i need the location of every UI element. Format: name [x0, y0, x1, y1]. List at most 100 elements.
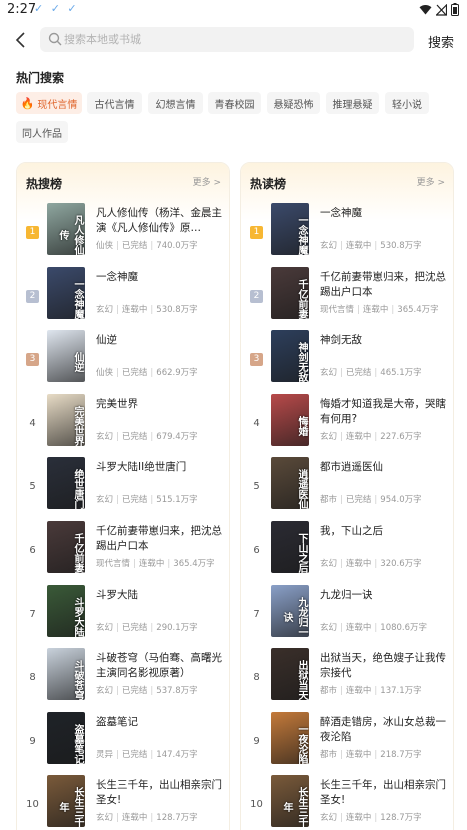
divider: | — [116, 431, 119, 442]
book-status: 连载中 — [138, 559, 165, 569]
book-meta: 玄幻 | 已完结 | 465.1万字 — [320, 366, 422, 378]
book-cover[interactable]: 一念神魔 — [271, 203, 309, 255]
book-item[interactable]: 5 绝世唐门 斗罗大陆II绝世唐门 玄幻 | 已完结 | 515.1万字 — [17, 455, 229, 519]
book-cover[interactable]: 斗罗大陆 — [47, 584, 85, 637]
book-cover[interactable]: 神剑无敌 — [271, 330, 309, 383]
book-title: 悔婚才知道我是大帝，哭瞎有何用? — [320, 397, 446, 425]
rank-badge: 6 — [29, 545, 36, 556]
tag-ancient-romance[interactable]: 古代言情 — [87, 92, 142, 114]
book-title: 斗罗大陆 — [96, 588, 138, 601]
search-input[interactable] — [64, 27, 404, 52]
divider: | — [116, 241, 119, 251]
book-cover[interactable]: 悔婚 — [271, 393, 309, 446]
book-cover[interactable]: 千亿前妻 — [271, 266, 309, 319]
tag-fantasy-romance[interactable]: 幻想言情 — [148, 92, 203, 114]
book-item[interactable]: 4 悔婚 悔婚才知道我是大帝，哭瞎有何用? 玄幻 | 连载中 | 227.6万字 — [241, 392, 453, 456]
book-item[interactable]: 9 一夜沦陷 醉酒走错房，冰山女总裁一夜沦陷 都市 | 连载中 | 218.7万字 — [241, 710, 453, 774]
book-title: 我，下山之后 — [320, 525, 383, 537]
book-status: 已完结 — [345, 495, 372, 506]
book-title: 完美世界 — [96, 397, 138, 410]
book-genre: 玄幻 — [96, 686, 114, 697]
divider: | — [116, 304, 119, 315]
book-cover[interactable]: 出狱当天 — [271, 648, 309, 701]
book-cover[interactable]: 下山之后 — [271, 521, 309, 573]
rank-badge: 4 — [253, 417, 260, 429]
book-status: 已完结 — [345, 368, 372, 379]
book-cover[interactable]: 仙逆 — [47, 330, 85, 383]
book-meta: 玄幻 | 连载中 | 227.6万字 — [320, 430, 422, 442]
book-cover[interactable]: 千亿前妻 — [47, 521, 85, 573]
divider: | — [357, 304, 360, 315]
book-item[interactable]: 8 斗破苍穹 斗破苍穹（马伯骞、高曙光主演同名影视原著） 玄幻 | 已完结 | 537.8万字 — [17, 646, 229, 710]
book-item[interactable]: 2 一念神魔 一念神魔 玄幻 | 连载中 | 530.8万字 — [17, 265, 229, 329]
book-cover[interactable]: 长生三千年 — [47, 775, 85, 828]
rank-badge: 3 — [26, 353, 39, 367]
book-cover[interactable]: 一夜沦陷 — [271, 711, 309, 764]
book-item[interactable]: 9 盗墓笔记 盗墓笔记 灵异 | 已完结 | 147.4万字 — [17, 710, 229, 774]
book-status: 连载中 — [345, 622, 372, 633]
book-item[interactable]: 1 一念神魔 一念神魔 玄幻 | 连载中 | 530.8万字 — [241, 201, 453, 265]
book-item[interactable]: 7 九龙归一诀 九龙归一诀 玄幻 | 连载中 | 1080.6万字 — [241, 583, 453, 647]
book-cover[interactable]: 九龙归一诀 — [271, 584, 309, 637]
book-cover[interactable]: 逍遥医仙 — [271, 457, 309, 510]
book-item[interactable]: 5 逍遥医仙 都市逍遥医仙 都市 | 已完结 | 954.0万字 — [241, 455, 453, 519]
book-meta: 灵异 | 已完结 | 147.4万字 — [96, 748, 198, 760]
tag-light-novel[interactable]: 轻小说 — [385, 92, 429, 114]
book-cover[interactable]: 绝世唐门 — [47, 457, 85, 510]
rank-badge: 5 — [29, 481, 36, 493]
tag-modern-romance[interactable]: 🔥 现代言情 — [16, 92, 82, 114]
book-item[interactable]: 1 凡人修仙传 凡人修仙传（杨洋、金晨主演《凡人修仙传》原… 仙侠 | 已完结 | 740.0… — [17, 201, 229, 265]
divider: | — [340, 431, 343, 442]
cover-title: 长生三千年 — [57, 787, 83, 828]
book-genre: 玄幻 — [320, 431, 338, 442]
tag-label: 推理悬疑 — [332, 99, 373, 111]
rank-badge: 1 — [26, 226, 39, 239]
book-item[interactable]: 10 长生三千年 长生三千年，出山相亲宗门圣女! 玄幻 | 连载中 | 128.7万字 — [241, 773, 453, 830]
book-status: 已完结 — [121, 368, 148, 379]
hot-read-ranking: 热读榜 更多 > 1 一念神魔 一念神魔 玄幻 | 连载中 | 530.8万字 2 千亿前妻 千亿前… — [240, 162, 454, 830]
book-cover[interactable]: 一念神魔 — [47, 266, 85, 319]
book-genre: 玄幻 — [96, 813, 114, 824]
tag-mystery[interactable]: 推理悬疑 — [326, 92, 379, 114]
status-time: 2:27 — [7, 2, 37, 17]
search-button[interactable]: 搜索 — [428, 32, 454, 51]
tag-youth-campus[interactable]: 青春校园 — [208, 92, 261, 114]
tag-label: 轻小说 — [392, 99, 422, 111]
book-item[interactable]: 4 完美世界 完美世界 玄幻 | 已完结 | 679.4万字 — [17, 392, 229, 456]
book-cover[interactable]: 盗墓笔记 — [47, 711, 85, 764]
book-item[interactable]: 6 千亿前妻 千亿前妻带崽归来，把沈总踢出户口本 现代言情 | 连载中 | 365.4万字 — [17, 519, 229, 583]
back-button[interactable] — [11, 30, 31, 50]
book-item[interactable]: 7 斗罗大陆 斗罗大陆 玄幻 | 已完结 | 290.1万字 — [17, 583, 229, 647]
rank-badge: 7 — [253, 608, 260, 620]
book-meta: 都市 | 连载中 | 218.7万字 — [320, 748, 422, 760]
book-item[interactable]: 2 千亿前妻 千亿前妻带崽归来，把沈总踢出户口本 现代言情 | 连载中 | 365.4万字 — [241, 265, 453, 329]
search-bar[interactable] — [40, 27, 414, 52]
book-cover[interactable]: 长生三千年 — [271, 775, 309, 828]
book-genre: 现代言情 — [96, 559, 131, 569]
book-item[interactable]: 3 仙逆 仙逆 仙侠 | 已完结 | 662.9万字 — [17, 328, 229, 392]
book-item[interactable]: 10 长生三千年 长生三千年，出山相亲宗门圣女! 玄幻 | 连载中 | 128.7万字 — [17, 773, 229, 830]
book-genre: 玄幻 — [320, 241, 338, 251]
book-word-count: 320.6万字 — [380, 559, 422, 569]
book-cover[interactable]: 斗破苍穹 — [47, 648, 85, 701]
book-cover[interactable]: 凡人修仙传 — [47, 203, 85, 255]
book-cover[interactable]: 完美世界 — [47, 393, 85, 446]
book-item[interactable]: 6 下山之后 我，下山之后 玄幻 | 连载中 | 320.6万字 — [241, 519, 453, 583]
notification-icons: ✓ ✓ ✓ — [34, 2, 79, 15]
divider: | — [391, 304, 395, 315]
book-item[interactable]: 3 神剑无敌 神剑无敌 玄幻 | 已完结 | 465.1万字 — [241, 328, 453, 392]
more-link[interactable]: 更多 > — [193, 175, 221, 188]
tag-fan-fiction[interactable]: 同人作品 — [16, 121, 68, 143]
book-title: 仙逆 — [96, 334, 117, 347]
book-genre: 玄幻 — [320, 559, 338, 569]
book-word-count: 465.1万字 — [380, 368, 422, 379]
book-title: 长生三千年，出山相亲宗门圣女! — [320, 779, 446, 807]
more-link[interactable]: 更多 > — [417, 175, 445, 188]
divider: | — [374, 686, 378, 697]
book-word-count: 218.7万字 — [380, 749, 422, 760]
divider: | — [133, 559, 136, 569]
tag-suspense-horror[interactable]: 悬疑恐怖 — [267, 92, 320, 114]
divider: | — [150, 622, 154, 633]
book-item[interactable]: 8 出狱当天 出狱当天，绝色嫂子让我传宗接代 都市 | 连载中 | 137.1万字 — [241, 646, 453, 710]
book-title: 醉酒走错房，冰山女总裁一夜沦陷 — [320, 715, 446, 743]
